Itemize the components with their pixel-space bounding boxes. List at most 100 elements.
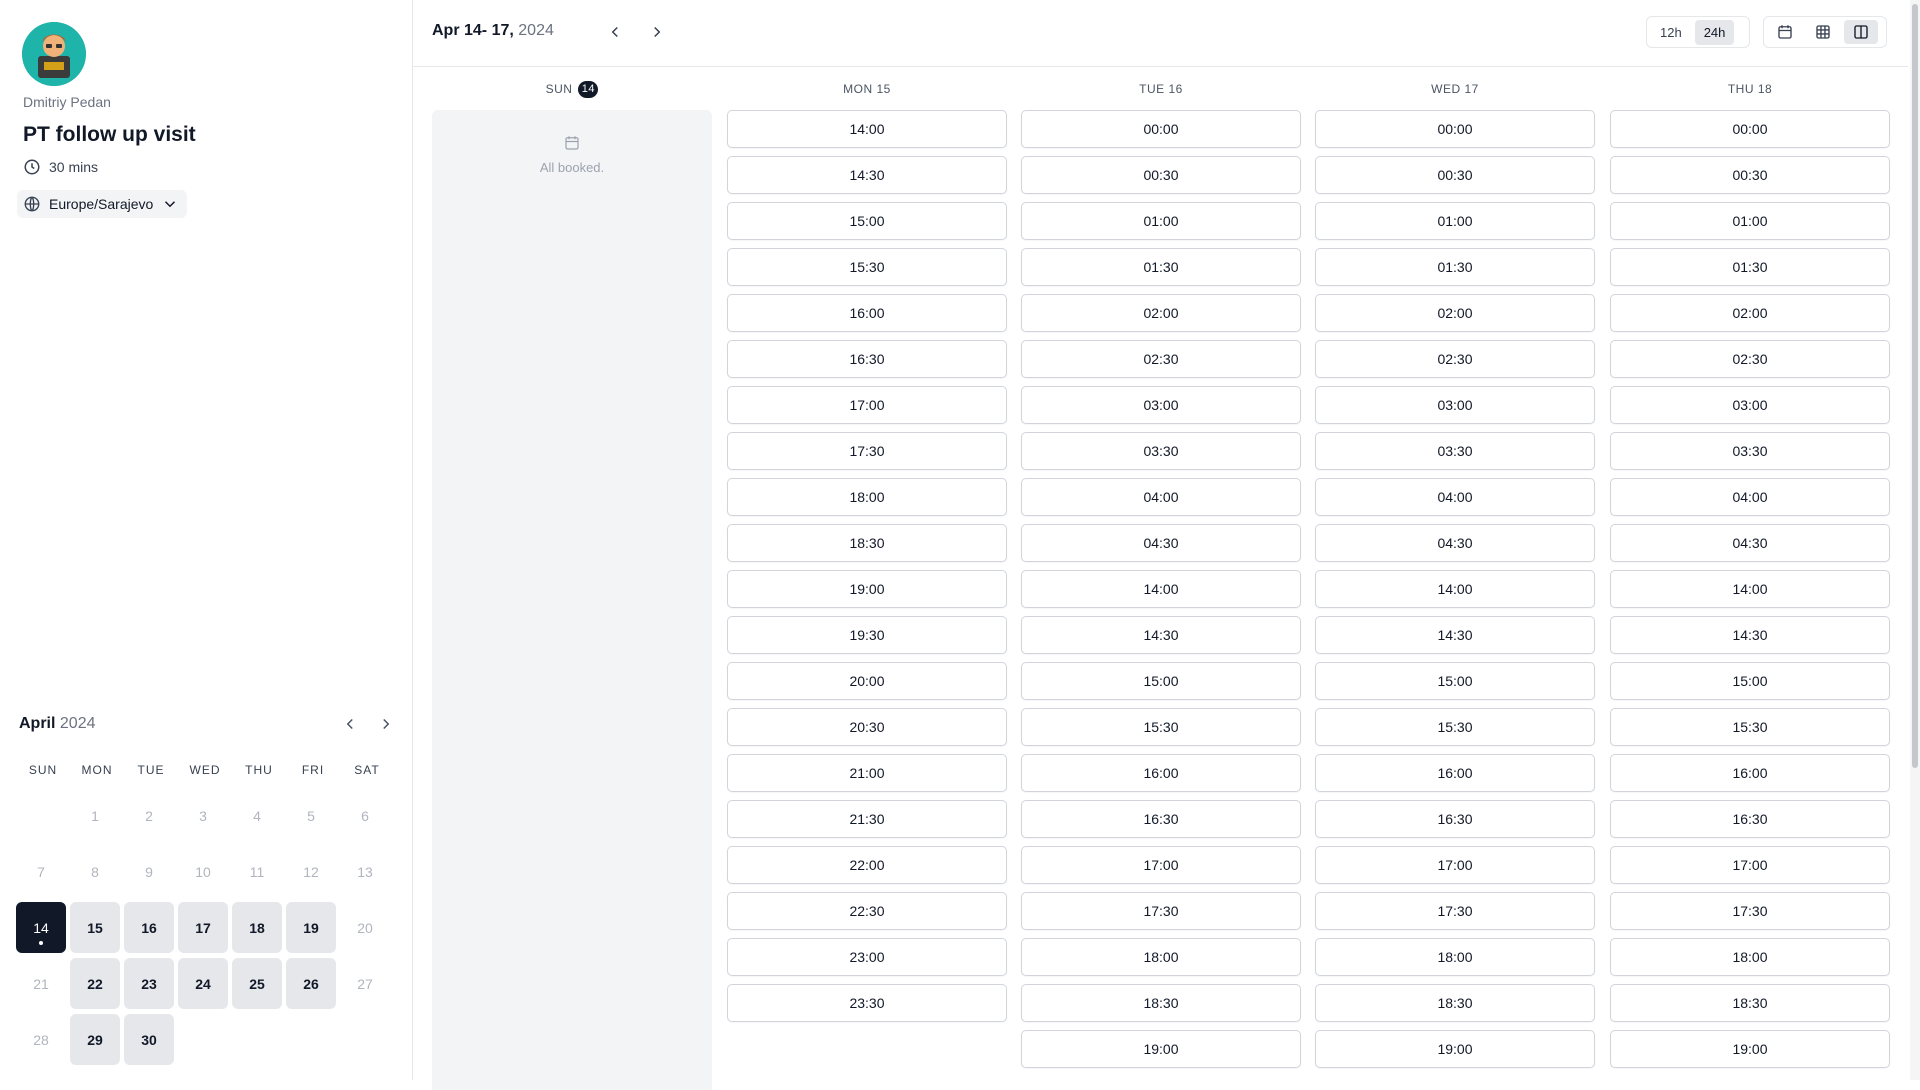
next-month-button[interactable] xyxy=(374,712,398,736)
time-slot-button[interactable]: 04:00 xyxy=(1610,478,1890,516)
time-slot-button[interactable]: 14:00 xyxy=(1021,570,1301,608)
column-view-button[interactable] xyxy=(1844,20,1878,44)
time-slot-button[interactable]: 16:30 xyxy=(727,340,1007,378)
time-slot-button[interactable]: 03:30 xyxy=(1610,432,1890,470)
time-slot-button[interactable]: 00:00 xyxy=(1315,110,1595,148)
time-slot-button[interactable]: 17:00 xyxy=(1021,846,1301,884)
day-cell[interactable]: 26 xyxy=(286,958,336,1009)
time-slot-button[interactable]: 16:00 xyxy=(1610,754,1890,792)
time-slot-button[interactable]: 18:00 xyxy=(1610,938,1890,976)
time-slot-button[interactable]: 15:00 xyxy=(1610,662,1890,700)
page-scrollbar[interactable] xyxy=(1910,0,1920,1080)
time-slot-button[interactable]: 02:30 xyxy=(1610,340,1890,378)
day-cell[interactable]: 18 xyxy=(232,902,282,953)
time-slot-button[interactable]: 02:00 xyxy=(1021,294,1301,332)
month-view-button[interactable] xyxy=(1768,20,1802,44)
time-slot-button[interactable]: 18:30 xyxy=(1610,984,1890,1022)
time-slot-button[interactable]: 17:30 xyxy=(1315,892,1595,930)
time-slot-button[interactable]: 14:00 xyxy=(1610,570,1890,608)
time-slot-button[interactable]: 04:30 xyxy=(1315,524,1595,562)
day-cell[interactable]: 22 xyxy=(70,958,120,1009)
prev-month-button[interactable] xyxy=(338,712,362,736)
time-slot-button[interactable]: 03:30 xyxy=(1021,432,1301,470)
time-slot-button[interactable]: 17:00 xyxy=(1315,846,1595,884)
time-slot-button[interactable]: 01:00 xyxy=(1610,202,1890,240)
time-slot-button[interactable]: 04:00 xyxy=(1315,478,1595,516)
time-slot-button[interactable]: 01:30 xyxy=(1021,248,1301,286)
time-slot-button[interactable]: 01:00 xyxy=(1315,202,1595,240)
time-slot-button[interactable]: 15:30 xyxy=(1315,708,1595,746)
time-slot-button[interactable]: 17:30 xyxy=(727,432,1007,470)
time-slot-button[interactable]: 23:30 xyxy=(727,984,1007,1022)
scrollbar-thumb[interactable] xyxy=(1912,4,1918,768)
time-slot-button[interactable]: 19:30 xyxy=(727,616,1007,654)
timezone-select[interactable]: Europe/Sarajevo xyxy=(17,190,188,218)
time-slot-button[interactable]: 17:00 xyxy=(1610,846,1890,884)
day-cell[interactable]: 17 xyxy=(178,902,228,953)
day-cell[interactable]: 24 xyxy=(178,958,228,1009)
time-slot-button[interactable]: 15:30 xyxy=(1610,708,1890,746)
time-slot-button[interactable]: 17:30 xyxy=(1021,892,1301,930)
time-slot-button[interactable]: 21:30 xyxy=(727,800,1007,838)
day-cell[interactable]: 15 xyxy=(70,902,120,953)
time-slot-button[interactable]: 02:00 xyxy=(1610,294,1890,332)
time-slot-button[interactable]: 14:00 xyxy=(1315,570,1595,608)
time-slot-button[interactable]: 16:30 xyxy=(1021,800,1301,838)
format-12h-button[interactable]: 12h xyxy=(1651,20,1691,45)
time-slot-button[interactable]: 16:00 xyxy=(1021,754,1301,792)
time-slot-button[interactable]: 18:30 xyxy=(1021,984,1301,1022)
format-24h-button[interactable]: 24h xyxy=(1694,19,1735,45)
time-slot-button[interactable]: 19:00 xyxy=(727,570,1007,608)
time-slot-button[interactable]: 18:00 xyxy=(1315,938,1595,976)
time-slot-button[interactable]: 16:30 xyxy=(1315,800,1595,838)
time-slot-button[interactable]: 00:30 xyxy=(1315,156,1595,194)
day-cell[interactable]: 25 xyxy=(232,958,282,1009)
time-slot-button[interactable]: 03:30 xyxy=(1315,432,1595,470)
day-cell-selected[interactable]: 14 xyxy=(16,902,66,953)
day-cell[interactable]: 23 xyxy=(124,958,174,1009)
time-slot-button[interactable]: 04:30 xyxy=(1021,524,1301,562)
prev-week-button[interactable] xyxy=(601,18,629,46)
time-slot-button[interactable]: 04:30 xyxy=(1610,524,1890,562)
time-slot-button[interactable]: 20:30 xyxy=(727,708,1007,746)
time-slot-button[interactable]: 18:00 xyxy=(1021,938,1301,976)
time-slot-button[interactable]: 00:00 xyxy=(1021,110,1301,148)
day-cell[interactable]: 30 xyxy=(124,1014,174,1065)
time-slot-button[interactable]: 03:00 xyxy=(1021,386,1301,424)
time-slot-button[interactable]: 14:30 xyxy=(1315,616,1595,654)
time-slot-button[interactable]: 15:00 xyxy=(1021,662,1301,700)
time-slot-button[interactable]: 16:00 xyxy=(727,294,1007,332)
time-slot-button[interactable]: 15:30 xyxy=(727,248,1007,286)
time-slot-button[interactable]: 19:00 xyxy=(1610,1030,1890,1068)
time-slot-button[interactable]: 18:30 xyxy=(727,524,1007,562)
time-slot-button[interactable]: 19:00 xyxy=(1315,1030,1595,1068)
time-slot-button[interactable]: 19:00 xyxy=(1021,1030,1301,1068)
time-slot-button[interactable]: 17:30 xyxy=(1610,892,1890,930)
time-slot-button[interactable]: 15:00 xyxy=(1315,662,1595,700)
time-slot-button[interactable]: 23:00 xyxy=(727,938,1007,976)
time-slot-button[interactable]: 14:30 xyxy=(1021,616,1301,654)
time-slot-button[interactable]: 00:30 xyxy=(1610,156,1890,194)
time-slot-button[interactable]: 04:00 xyxy=(1021,478,1301,516)
time-slot-button[interactable]: 14:00 xyxy=(727,110,1007,148)
week-view-button[interactable] xyxy=(1806,20,1840,44)
time-slot-button[interactable]: 14:30 xyxy=(727,156,1007,194)
time-slot-button[interactable]: 00:00 xyxy=(1610,110,1890,148)
time-slot-button[interactable]: 03:00 xyxy=(1610,386,1890,424)
day-cell[interactable]: 16 xyxy=(124,902,174,953)
time-slot-button[interactable]: 14:30 xyxy=(1610,616,1890,654)
time-slot-button[interactable]: 00:30 xyxy=(1021,156,1301,194)
time-slot-button[interactable]: 02:00 xyxy=(1315,294,1595,332)
time-slot-button[interactable]: 22:00 xyxy=(727,846,1007,884)
time-slot-button[interactable]: 01:30 xyxy=(1610,248,1890,286)
time-slot-button[interactable]: 02:30 xyxy=(1315,340,1595,378)
time-slot-button[interactable]: 18:00 xyxy=(727,478,1007,516)
time-slot-button[interactable]: 21:00 xyxy=(727,754,1007,792)
day-cell[interactable]: 29 xyxy=(70,1014,120,1065)
time-slot-button[interactable]: 01:30 xyxy=(1315,248,1595,286)
time-slot-button[interactable]: 03:00 xyxy=(1315,386,1595,424)
time-slot-button[interactable]: 16:00 xyxy=(1315,754,1595,792)
time-slot-button[interactable]: 02:30 xyxy=(1021,340,1301,378)
time-slot-button[interactable]: 20:00 xyxy=(727,662,1007,700)
time-slot-button[interactable]: 01:00 xyxy=(1021,202,1301,240)
